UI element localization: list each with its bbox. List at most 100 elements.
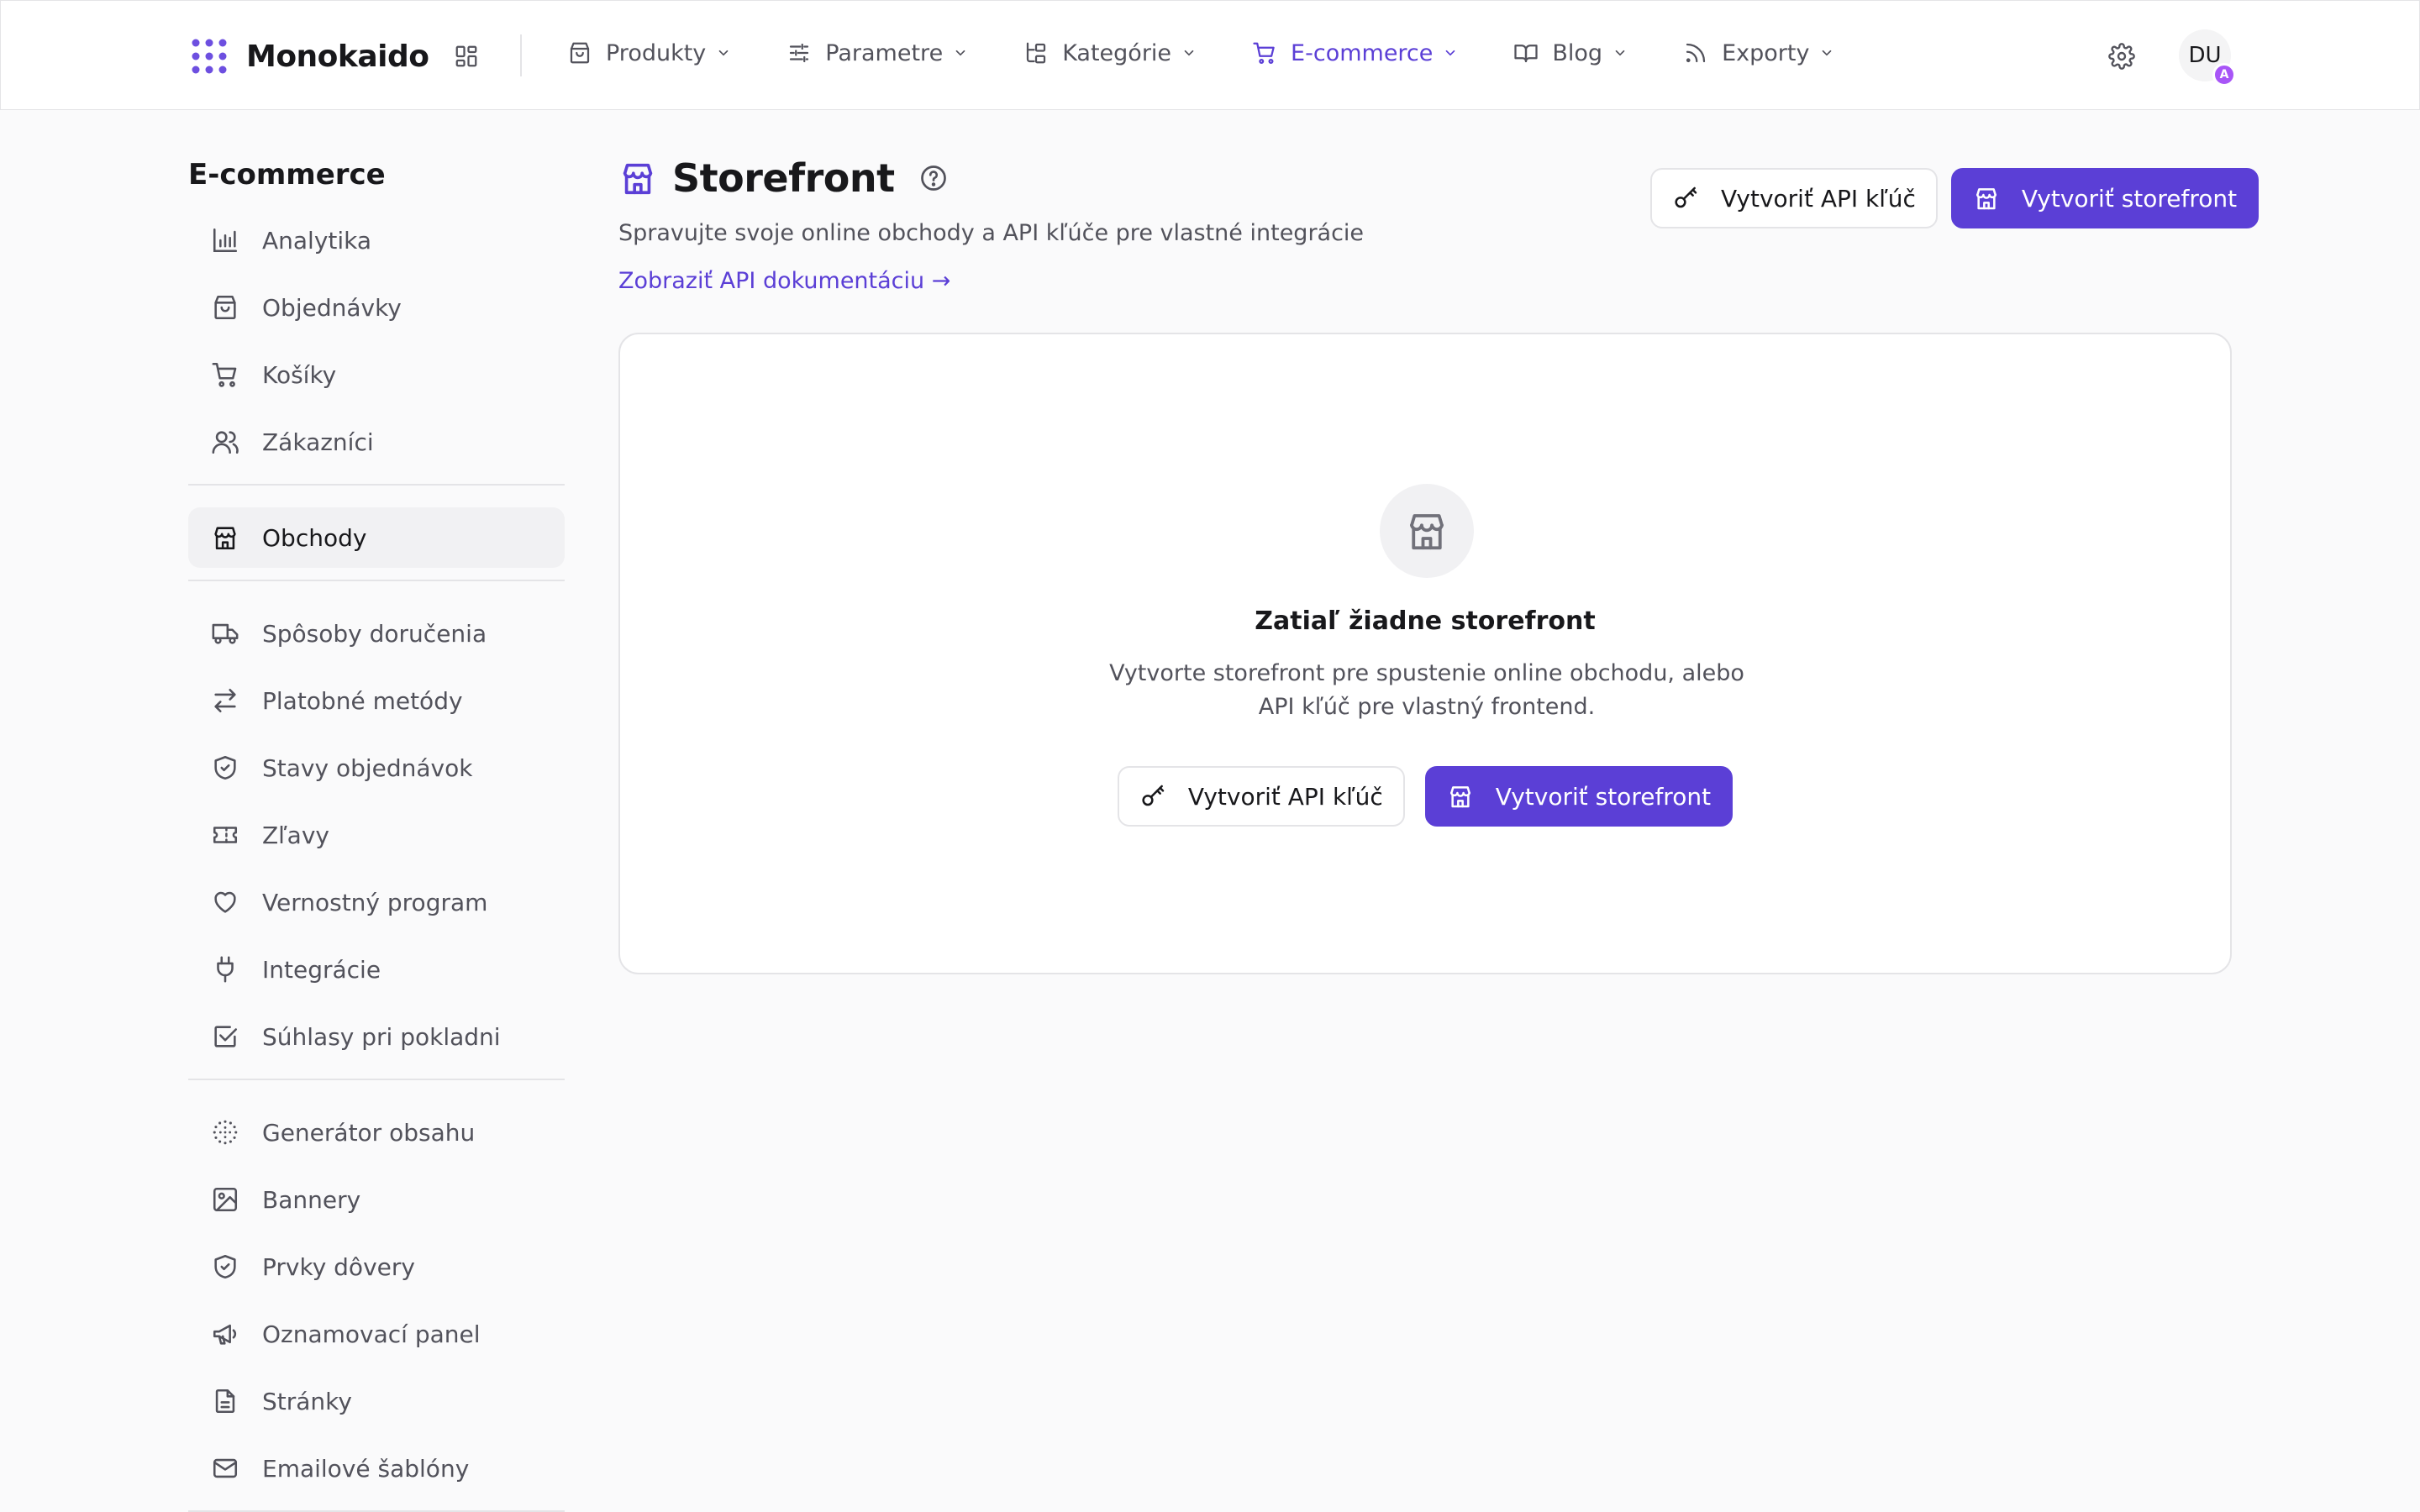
nav-item-parametre[interactable]: Parametre bbox=[786, 40, 968, 66]
nav-item-blog[interactable]: Blog bbox=[1513, 40, 1628, 66]
nav-item-label: Exporty bbox=[1722, 39, 1810, 66]
help-icon[interactable] bbox=[918, 163, 949, 193]
chevron-down-icon bbox=[1181, 45, 1197, 60]
arrows-icon bbox=[208, 684, 242, 717]
store-icon bbox=[1973, 185, 2000, 212]
sidebar-item-label: Oznamovací panel bbox=[262, 1320, 481, 1348]
ticket-icon bbox=[208, 818, 242, 852]
sidebar-item-generator-obsahu[interactable]: Generátor obsahu bbox=[188, 1102, 565, 1163]
sidebar-item-vernostny-program[interactable]: Vernostný program bbox=[188, 872, 565, 932]
page-subtitle: Spravujte svoje online obchody a API kľú… bbox=[618, 220, 1365, 246]
key-icon bbox=[1139, 783, 1166, 810]
sidebar-item-label: Stavy objednávok bbox=[262, 753, 473, 782]
settings-button[interactable] bbox=[2105, 39, 2139, 73]
users-icon bbox=[208, 425, 242, 459]
sidebar-item-label: Súhlasy pri pokladni bbox=[262, 1022, 501, 1051]
sidebar-item-label: Objednávky bbox=[262, 293, 402, 322]
empty-create-api-key-button[interactable]: Vytvoriť API kľúč bbox=[1117, 766, 1405, 827]
sidebar-item-suhlasy-pri-pokladni[interactable]: Súhlasy pri pokladni bbox=[188, 1006, 565, 1067]
bar-chart-icon bbox=[208, 223, 242, 257]
cart-icon bbox=[208, 358, 242, 391]
sidebar-item-stranky[interactable]: Stránky bbox=[188, 1371, 565, 1431]
sidebar-item-objednavky[interactable]: Objednávky bbox=[188, 277, 565, 338]
sidebar-item-integracie[interactable]: Integrácie bbox=[188, 939, 565, 1000]
nav-item-label: Produkty bbox=[606, 39, 707, 66]
sidebar-item-stavy-objednavok[interactable]: Stavy objednávok bbox=[188, 738, 565, 798]
empty-state-title: Zatiaľ žiadne storefront bbox=[1255, 606, 1596, 636]
sidebar-item-bannery[interactable]: Bannery bbox=[188, 1169, 565, 1230]
avatar-badge: A bbox=[2212, 63, 2236, 87]
sidebar-item-analytika[interactable]: Analytika bbox=[188, 210, 565, 270]
shield-icon bbox=[208, 1250, 242, 1284]
page-header: Storefront Spravujte svoje online obchod… bbox=[618, 151, 1364, 294]
sidebar-item-label: Spôsoby doručenia bbox=[262, 619, 487, 648]
empty-state-card: Zatiaľ žiadne storefront Vytvorte storef… bbox=[618, 333, 2232, 974]
nav-item-label: E-commerce bbox=[1291, 39, 1434, 66]
api-docs-link[interactable]: Zobraziť API dokumentáciu → bbox=[618, 268, 1364, 294]
sidebar-item-obchody[interactable]: Obchody bbox=[188, 507, 565, 568]
nav-divider bbox=[520, 34, 522, 76]
gear-icon bbox=[2108, 43, 2135, 70]
store-icon bbox=[1447, 783, 1474, 810]
sidebar-item-label: Emailové šablóny bbox=[262, 1454, 470, 1483]
sidebar-item-zlavy[interactable]: Zľavy bbox=[188, 805, 565, 865]
grid-dots-icon bbox=[191, 38, 228, 75]
main-nav: Produkty Parametre Kategórie E-commerce … bbox=[567, 33, 1890, 73]
sidebar-item-label: Košíky bbox=[262, 360, 337, 389]
sidebar-item-oznamovaci-panel[interactable]: Oznamovací panel bbox=[188, 1304, 565, 1364]
dots-circle-icon bbox=[208, 1116, 242, 1149]
sidebar-item-emailove-sablony[interactable]: Emailové šablóny bbox=[188, 1438, 565, 1499]
nav-item-kategorie[interactable]: Kategórie bbox=[1023, 40, 1197, 66]
sidebar-divider bbox=[188, 580, 565, 581]
layout-grid-icon bbox=[454, 44, 479, 69]
sidebar-item-kosiky[interactable]: Košíky bbox=[188, 344, 565, 405]
shopping-bag-icon bbox=[567, 40, 592, 66]
shield-check-icon bbox=[208, 751, 242, 785]
sidebar-item-label: Integrácie bbox=[262, 955, 381, 984]
sidebar-item-sposoby-dorucenia[interactable]: Spôsoby doručenia bbox=[188, 603, 565, 664]
chevron-down-icon bbox=[1443, 45, 1458, 60]
sidebar-item-prvky-dovery[interactable]: Prvky dôvery bbox=[188, 1236, 565, 1297]
empty-state-illustration bbox=[1380, 484, 1474, 578]
sidebar-item-label: Zákazníci bbox=[262, 428, 374, 456]
empty-create-storefront-button[interactable]: Vytvoriť storefront bbox=[1424, 766, 1733, 827]
empty-state-description: Vytvorte storefront pre spustenie online… bbox=[1109, 660, 1744, 720]
sidebar-item-label: Prvky dôvery bbox=[262, 1252, 415, 1281]
top-navigation: Monokaido Produkty Parametre Kategórie E… bbox=[0, 0, 2420, 110]
sidebar-item-label: Platobné metódy bbox=[262, 686, 463, 715]
sidebar-item-label: Obchody bbox=[262, 523, 367, 552]
store-icon bbox=[208, 521, 242, 554]
chevron-down-icon bbox=[953, 45, 968, 60]
create-storefront-button[interactable]: Vytvoriť storefront bbox=[1950, 168, 2260, 228]
sidebar-item-platobne-metody[interactable]: Platobné metódy bbox=[188, 670, 565, 731]
sidebar-item-label: Vernostný program bbox=[262, 888, 488, 916]
sidebar-divider bbox=[188, 484, 565, 486]
file-icon bbox=[208, 1384, 242, 1418]
sidebar-item-label: Zľavy bbox=[262, 821, 329, 849]
button-label: Vytvoriť API kľúč bbox=[1721, 184, 1916, 213]
key-icon bbox=[1672, 185, 1699, 212]
sliders-icon bbox=[786, 40, 812, 66]
plug-icon bbox=[208, 953, 242, 986]
sidebar-title: E-commerce bbox=[188, 158, 386, 192]
book-icon bbox=[1513, 40, 1539, 66]
rss-icon bbox=[1683, 40, 1708, 66]
create-api-key-button[interactable]: Vytvoriť API kľúč bbox=[1650, 168, 1938, 228]
apps-switcher-button[interactable] bbox=[451, 41, 481, 71]
sidebar-item-label: Generátor obsahu bbox=[262, 1118, 476, 1147]
header-actions: Vytvoriť API kľúč Vytvoriť storefront bbox=[1650, 168, 2260, 228]
nav-item-label: Blog bbox=[1552, 39, 1603, 66]
chevron-down-icon bbox=[1612, 45, 1628, 60]
nav-item-exporty[interactable]: Exporty bbox=[1683, 40, 1834, 66]
brand-logo[interactable]: Monokaido bbox=[191, 33, 429, 80]
empty-state-actions: Vytvoriť API kľúč Vytvoriť storefront bbox=[620, 766, 2230, 827]
megaphone-icon bbox=[208, 1317, 242, 1351]
sidebar-item-zakaznici[interactable]: Zákazníci bbox=[188, 412, 565, 472]
nav-item-ecommerce[interactable]: E-commerce bbox=[1252, 40, 1458, 66]
sidebar-divider bbox=[188, 1079, 565, 1080]
store-icon bbox=[1404, 508, 1449, 554]
page-title: Storefront bbox=[672, 155, 895, 201]
chevron-down-icon bbox=[1819, 45, 1834, 60]
nav-item-produkty[interactable]: Produkty bbox=[567, 40, 731, 66]
mail-icon bbox=[208, 1452, 242, 1485]
